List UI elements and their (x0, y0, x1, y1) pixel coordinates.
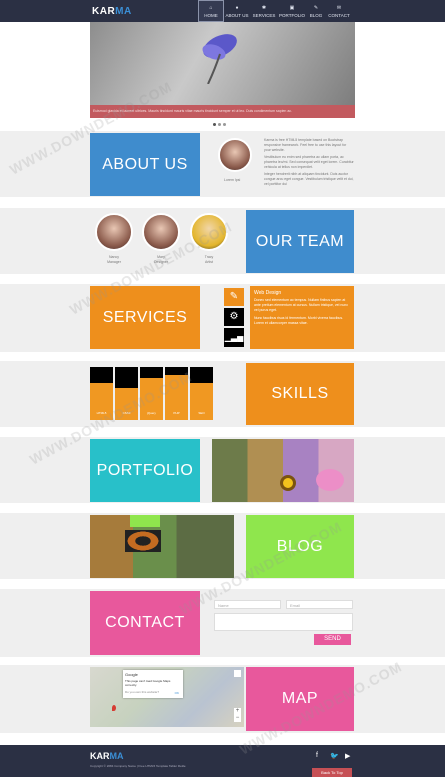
send-button[interactable]: SEND (314, 634, 351, 645)
butterfly-image (125, 530, 161, 552)
about-person-name: Lorem Ipsi (224, 178, 241, 182)
blog-image[interactable] (90, 515, 234, 578)
portfolio-title: PORTFOLIO (90, 439, 200, 502)
top-navbar: KARMA ⌂ HOME ● ABOUT US ✱ SERVICES ▣ PORTFOL… (0, 0, 445, 22)
services-panel: Web Design Donec sed elementum ac tempus… (250, 286, 354, 349)
footer-copyright: Copyright © 2084 Company Name | Free HTM… (90, 764, 186, 768)
twitter-icon[interactable]: 🐦 (330, 752, 339, 760)
team-member: Nancy Manager (107, 255, 121, 264)
map-marker-icon[interactable] (112, 705, 116, 711)
map-error-popup: Google This page can't load Google Maps … (123, 670, 183, 698)
about-text: Karma is free HTML5 template based on Bo… (264, 138, 354, 187)
blog-image-tag (130, 515, 160, 527)
skill-bar-label: jQuery (147, 411, 156, 415)
team-title: OUR TEAM (246, 210, 354, 273)
nav-item-contact[interactable]: ✉ CONTACT (326, 0, 352, 22)
skills-section (0, 361, 445, 427)
gear-icon[interactable]: ⚙ (224, 308, 244, 326)
team-member: Tracy Artist (204, 255, 214, 264)
google-map[interactable]: Google This page can't load Google Maps … (90, 667, 244, 727)
about-title: ABOUT US (90, 133, 200, 196)
slider-dots (213, 123, 226, 126)
site-logo[interactable]: KARMA (92, 6, 132, 17)
slider-dot[interactable] (213, 123, 216, 126)
slider-dot[interactable] (218, 123, 221, 126)
sunflower-image (280, 475, 296, 491)
services-panel-text: Nunc faucibus risus id fermentum. Morbi … (254, 316, 344, 325)
zoom-controls[interactable]: + − (234, 708, 241, 722)
envelope-icon: ✉ (336, 5, 342, 11)
email-input[interactable]: Email (286, 600, 353, 609)
pink-flower-image (316, 469, 344, 491)
skill-bar-label: SEO (198, 411, 205, 415)
nav-item-home[interactable]: ⌂ HOME (198, 0, 224, 22)
image-icon: ▣ (289, 5, 295, 11)
services-panel-text: Donec sed elementum ac tempus. Nullam fi… (254, 298, 348, 312)
pencil-icon[interactable]: ✎ (224, 288, 244, 306)
popup-title: Google (125, 672, 138, 677)
cog-icon: ✱ (261, 5, 267, 11)
nav-item-blog[interactable]: ✎ BLOG (306, 0, 326, 22)
flower-image (202, 34, 237, 84)
footer: KARMA Copyright © 2084 Company Name | Fr… (0, 745, 445, 777)
home-icon: ⌂ (209, 5, 213, 11)
nav-item-portfolio[interactable]: ▣ PORTFOLIO (278, 0, 306, 22)
team-avatar-nancy (95, 213, 133, 251)
skills-title: SKILLS (246, 363, 354, 425)
youtube-icon[interactable]: ▶ (345, 752, 350, 760)
about-paragraph: Integer hendrerit nibh at aliquam tincid… (264, 172, 354, 186)
about-avatar (218, 138, 252, 172)
services-section (0, 284, 445, 352)
message-textarea[interactable] (214, 613, 353, 631)
user-icon: ● (235, 5, 239, 11)
skill-bar: SEO (190, 367, 213, 420)
facebook-icon[interactable]: f (316, 752, 318, 759)
about-paragraph: Karma is free HTML5 template based on Bo… (264, 138, 347, 152)
popup-ok-button[interactable]: OK (175, 691, 179, 695)
services-panel-title: Web Design (254, 290, 282, 296)
main-menu: ⌂ HOME ● ABOUT US ✱ SERVICES ▣ PORTFOLIO ✎ BL… (198, 0, 352, 22)
nav-item-about[interactable]: ● ABOUT US (224, 0, 250, 22)
nav-item-services[interactable]: ✱ SERVICES (250, 0, 278, 22)
about-paragraph: Vestibulum eu enim sed pharetra ac ullam… (264, 155, 354, 169)
slider-dot[interactable] (223, 123, 226, 126)
footer-logo: KARMA (90, 751, 124, 761)
back-to-top-button[interactable]: Back To Top (312, 768, 352, 777)
signal-bars-icon[interactable]: ▁▃▅ (224, 328, 244, 347)
portfolio-gallery[interactable] (212, 439, 354, 502)
skill-bar-label: PHP (173, 411, 180, 415)
popup-subtext: Do you own this website? (125, 690, 160, 694)
popup-text: This page can't load Google Maps correct… (125, 679, 171, 687)
fullscreen-icon[interactable] (234, 670, 241, 677)
name-input[interactable]: Name (214, 600, 281, 609)
pencil-icon: ✎ (313, 5, 319, 11)
